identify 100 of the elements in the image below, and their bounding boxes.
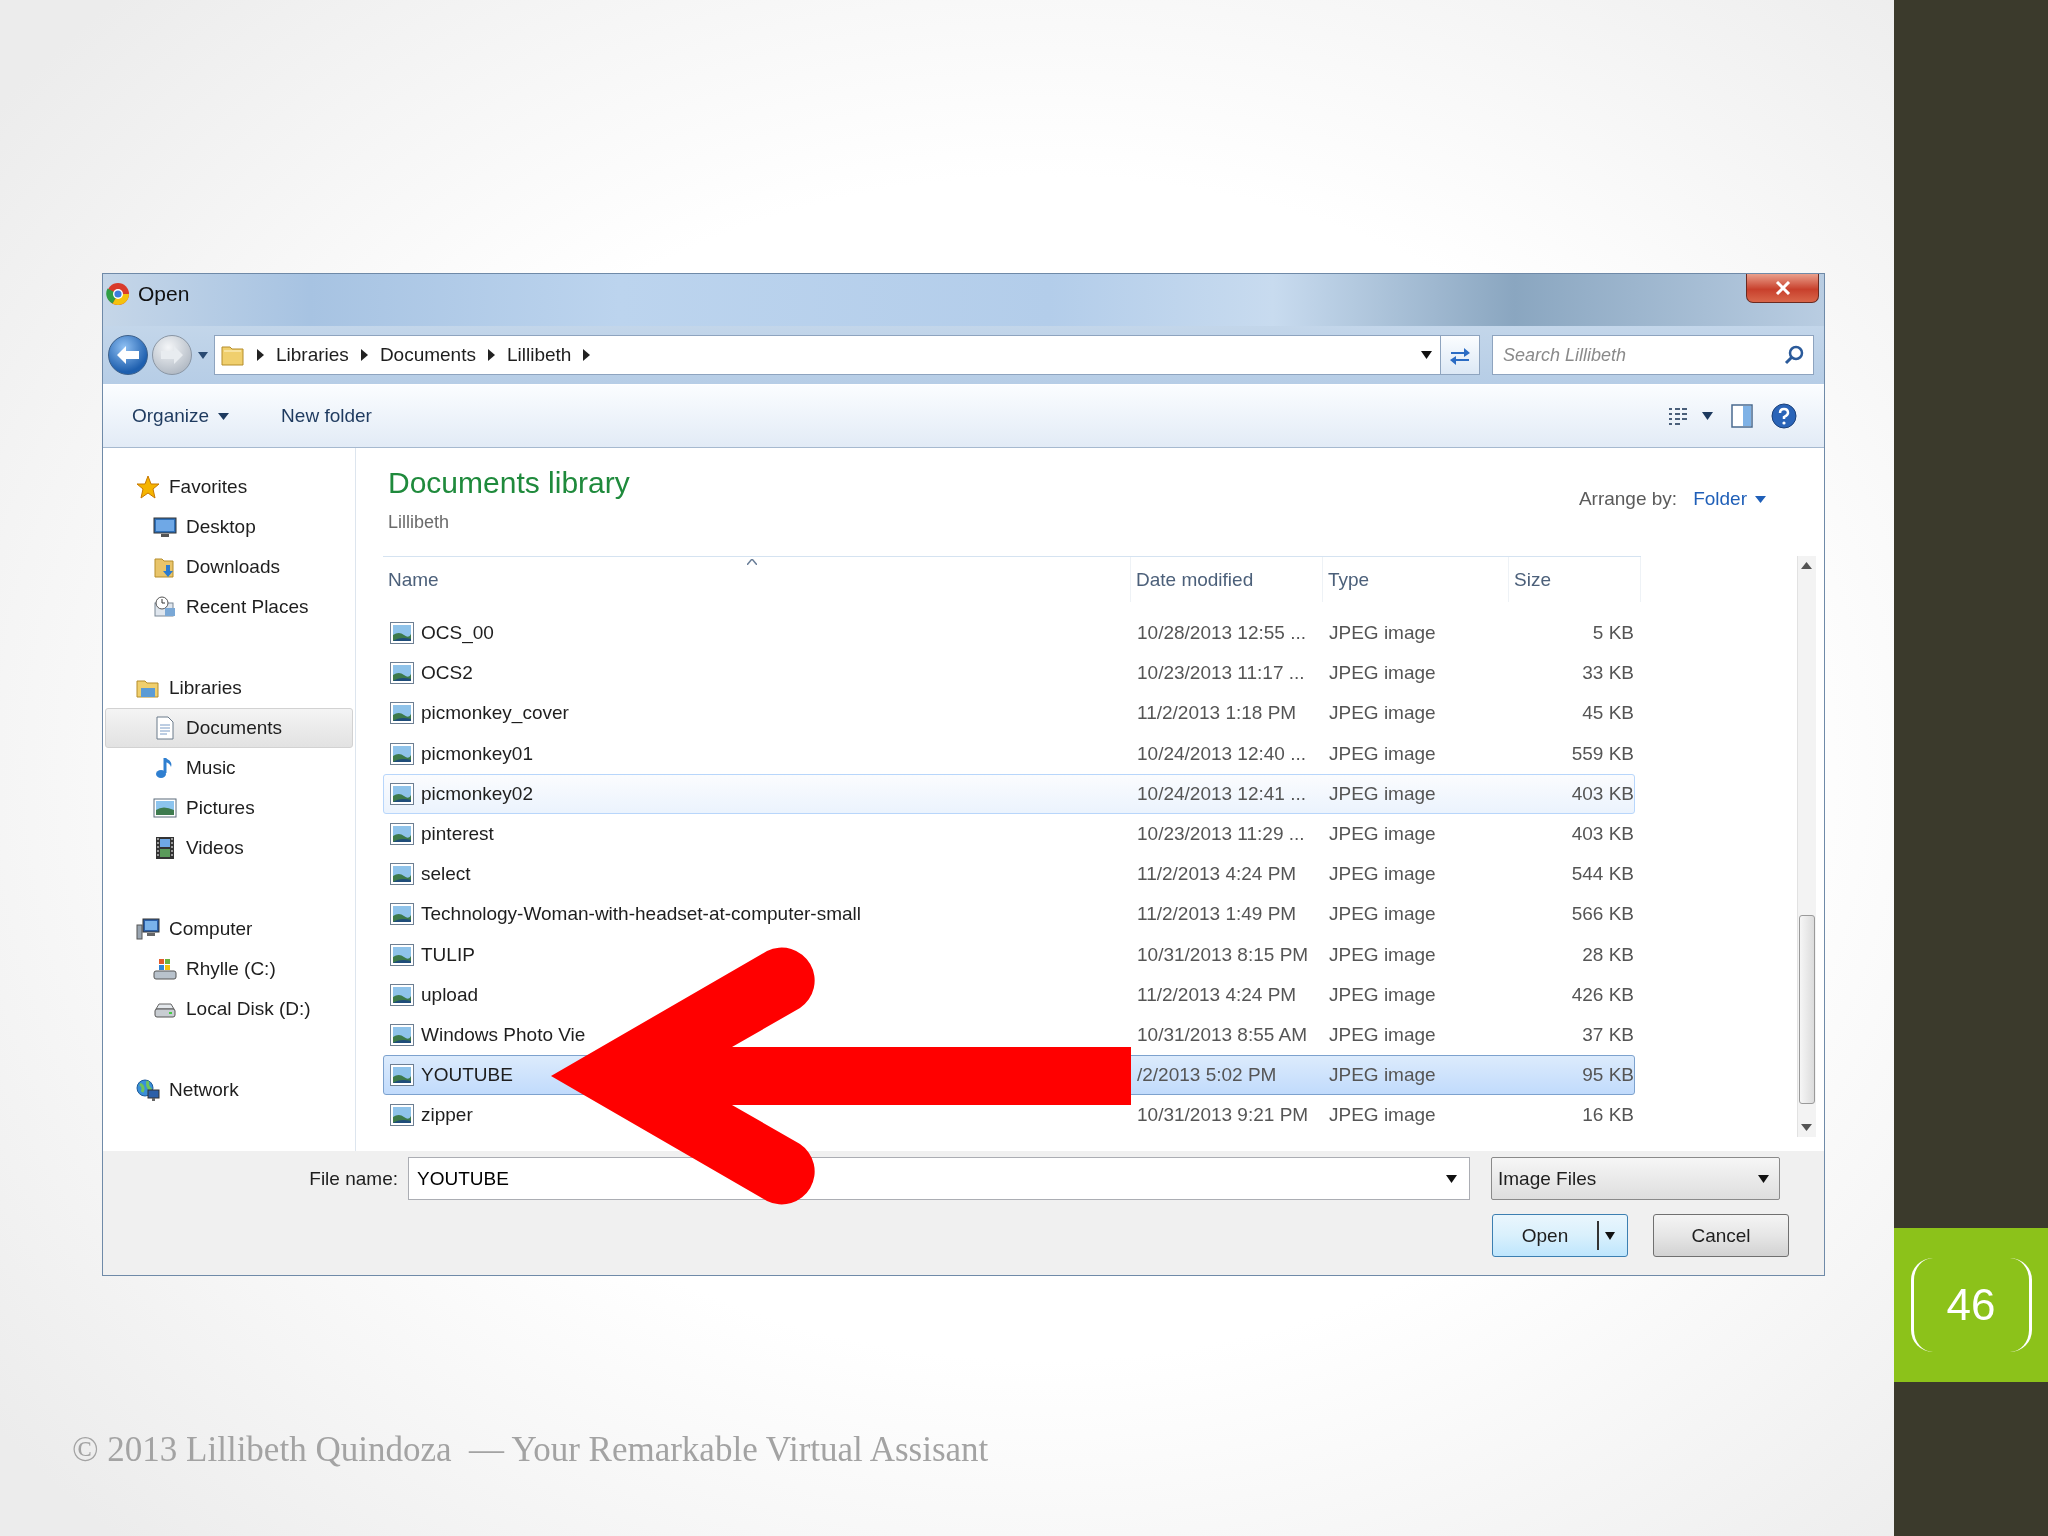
file-row[interactable]: pinterest 10/23/2013 11:29 ... JPEG image 403 KB — [383, 813, 1635, 855]
caret-icon — [218, 412, 230, 420]
file-type-dropdown[interactable]: Image Files — [1491, 1157, 1780, 1200]
view-options-button[interactable] — [1668, 407, 1713, 425]
nav-item[interactable]: Local Disk (D:) — [105, 989, 353, 1029]
nav-item[interactable]: Music — [105, 748, 353, 788]
image-file-icon — [390, 863, 414, 886]
caret-icon — [1755, 495, 1766, 503]
image-file-icon — [390, 662, 414, 685]
image-file-icon — [390, 943, 414, 966]
monitor-icon — [153, 515, 177, 539]
file-size: 566 KB — [1570, 903, 1635, 926]
breadcrumb[interactable]: Lillibeth — [507, 344, 572, 366]
file-row[interactable]: picmonkey02 10/24/2013 12:41 ... JPEG image 403 KB — [383, 773, 1635, 814]
file-name: OCS2 — [421, 662, 473, 685]
file-type: JPEG image — [1328, 742, 1437, 765]
nav-item[interactable]: Videos — [105, 828, 353, 868]
open-button[interactable]: Open — [1492, 1214, 1628, 1257]
file-type: JPEG image — [1328, 983, 1437, 1006]
image-file-icon — [390, 983, 414, 1006]
history-dropdown[interactable] — [196, 351, 210, 359]
nav-item[interactable]: Pictures — [105, 788, 353, 828]
file-type: JPEG image — [1328, 943, 1437, 966]
file-name: select — [421, 863, 471, 886]
organize-button[interactable]: Organize — [132, 405, 230, 427]
file-size: 16 KB — [1581, 1104, 1635, 1127]
window-title: Open — [138, 282, 190, 306]
image-file-icon — [390, 903, 414, 926]
date-modified: 11/2/2013 4:24 PM — [1136, 863, 1298, 886]
file-type: JPEG image — [1328, 622, 1437, 645]
nav-item[interactable]: Documents — [105, 708, 353, 748]
nav-item[interactable]: Computer — [105, 909, 353, 949]
file-type: JPEG image — [1328, 702, 1437, 725]
date-column-header[interactable]: Date modified — [1131, 557, 1323, 602]
file-row[interactable]: select 11/2/2013 4:24 PM JPEG image 544 KB — [383, 854, 1635, 895]
file-row[interactable]: picmonkey01 10/24/2013 12:40 ... JPEG image 559 KB — [383, 733, 1635, 774]
search-field[interactable]: Search Lillibeth — [1492, 335, 1814, 375]
cancel-button[interactable]: Cancel — [1653, 1214, 1789, 1257]
size-column-header[interactable]: Size — [1509, 557, 1641, 602]
nav-item[interactable]: Downloads — [105, 547, 353, 587]
date-modified: 10/31/2013 8:55 AM — [1136, 1023, 1309, 1046]
new-folder-button[interactable]: New folder — [281, 405, 372, 427]
date-modified: 10/28/2013 12:55 ... — [1136, 622, 1308, 645]
file-size: 45 KB — [1581, 702, 1635, 725]
film-icon — [153, 836, 177, 860]
back-arrow-icon — [117, 346, 139, 364]
date-modified: 10/24/2013 12:41 ... — [1136, 782, 1308, 805]
file-size: 403 KB — [1570, 823, 1635, 846]
file-row[interactable]: Windows Photo Vie 10/31/2013 8:55 AM JPEG image 37 KB — [383, 1014, 1635, 1056]
type-column-header[interactable]: Type — [1323, 557, 1509, 602]
address-dropdown[interactable] — [1421, 351, 1432, 359]
nav-item[interactable]: Libraries — [105, 668, 353, 708]
back-button[interactable] — [108, 335, 148, 375]
chevron-icon — [583, 349, 591, 361]
round-logo-icon — [106, 282, 130, 306]
address-bar[interactable]: Libraries Documents Lillibeth — [214, 335, 1441, 375]
file-row[interactable]: OCS2 10/23/2013 11:17 ... JPEG image 33 KB — [383, 653, 1635, 694]
file-name: YOUTUBE — [421, 1064, 513, 1087]
scrollbar[interactable] — [1797, 556, 1816, 1137]
library-subtitle: Lillibeth — [388, 511, 450, 533]
file-type: JPEG image — [1328, 782, 1437, 805]
file-row[interactable]: picmonkey_cover 11/2/2013 1:18 PM JPEG image 45 KB — [383, 693, 1635, 734]
file-row[interactable]: Technology-Woman-with-headset-at-computer-small 11/2/2013 1:49 PM JPEG image 566 KB — [383, 894, 1635, 935]
breadcrumb[interactable]: Libraries — [276, 344, 349, 366]
nav-item[interactable]: Rhylle (C:) — [105, 949, 353, 989]
nav-item[interactable]: Favorites — [105, 467, 353, 507]
nav-item[interactable]: Recent Places — [105, 587, 353, 627]
clock-folder-icon — [153, 595, 177, 619]
chevron-icon — [360, 349, 368, 361]
name-column-header[interactable]: Name — [383, 557, 1131, 602]
nav-item[interactable]: Desktop — [105, 507, 353, 547]
picture-icon — [153, 796, 177, 820]
image-file-icon — [390, 622, 414, 645]
help-button[interactable] — [1771, 403, 1797, 429]
preview-pane-icon — [1731, 404, 1753, 428]
nav-item[interactable]: Network — [105, 1070, 353, 1110]
caret-icon — [1702, 412, 1713, 420]
date-modified: 10/23/2013 11:17 ... — [1136, 662, 1306, 685]
file-size: 28 KB — [1581, 943, 1635, 966]
drive-icon — [153, 957, 177, 981]
file-name-field[interactable]: YOUTUBE — [408, 1157, 1470, 1200]
file-name: Technology-Woman-with-headset-at-computer-small — [421, 903, 861, 926]
scroll-thumb[interactable] — [1799, 915, 1815, 1104]
caret-icon — [1605, 1231, 1615, 1240]
date-modified: 11/2/2013 1:18 PM — [1136, 702, 1298, 725]
arrange-by-dropdown[interactable]: Folder — [1693, 488, 1766, 510]
slide-footer-text: © 2013 Lillibeth Quindoza — Your Remarkable Virtual Assisant — [72, 1430, 989, 1470]
image-file-icon — [390, 1064, 414, 1087]
scroll-down-icon — [1801, 1124, 1812, 1131]
close-button[interactable] — [1746, 274, 1819, 303]
date-modified: /2/2013 5:02 PM — [1136, 1064, 1278, 1087]
file-row[interactable]: upload 11/2/2013 4:24 PM JPEG image 426 KB — [383, 974, 1635, 1015]
preview-pane-button[interactable] — [1731, 404, 1753, 428]
refresh-button[interactable] — [1441, 335, 1480, 375]
file-row[interactable]: zipper 10/31/2013 9:21 PM JPEG image 16 KB — [383, 1095, 1635, 1136]
breadcrumb[interactable]: Documents — [379, 344, 476, 366]
caret-icon — [1758, 1174, 1769, 1183]
library-title: Documents library — [388, 465, 630, 501]
file-row[interactable]: TULIP 10/31/2013 8:15 PM JPEG image 28 KB — [383, 934, 1635, 975]
file-row[interactable]: OCS_00 10/28/2013 12:55 ... JPEG image 5 KB — [383, 613, 1635, 654]
